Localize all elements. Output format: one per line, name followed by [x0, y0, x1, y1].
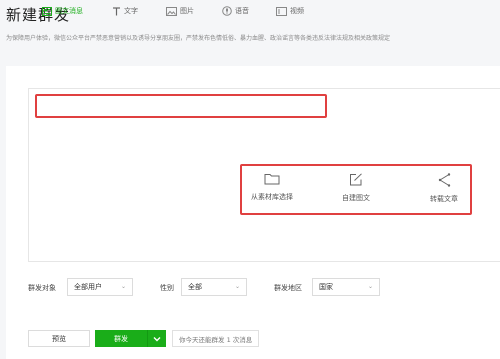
news-icon [42, 6, 52, 16]
region-label: 群发地区 [274, 284, 302, 292]
video-icon [276, 6, 287, 16]
audio-icon [222, 6, 232, 16]
send-button[interactable]: 群发 [95, 330, 147, 347]
tab-text[interactable]: 文字 [112, 5, 138, 17]
target-value: 全部用户 [74, 283, 102, 291]
folder-icon [264, 174, 280, 185]
target-label: 群发对象 [28, 284, 56, 292]
region-select[interactable]: 国家 ⌄ [312, 278, 380, 296]
filter-bar: 群发对象 全部用户 ⌄ 性别 全部 ⌄ 群发地区 国家 ⌄ [0, 278, 500, 298]
chevron-down-icon: ⌄ [120, 283, 126, 290]
select-from-library-label: 从素材库选择 [251, 193, 293, 201]
create-article-label: 自建图文 [342, 194, 370, 202]
select-from-library-button[interactable]: 从素材库选择 [240, 173, 304, 202]
tab-text-label: 文字 [124, 7, 138, 15]
send-quota-text: 你今天还能群发 1 次消息 [172, 330, 260, 347]
tab-video-label: 视频 [290, 7, 304, 15]
chevron-down-icon [153, 336, 161, 341]
tab-news[interactable]: 图文消息 [42, 5, 83, 17]
image-icon [166, 6, 177, 16]
tab-audio-label: 语音 [235, 7, 249, 15]
policy-notice: 为保障用户体验，微信公众平台严禁恶意营销以及诱导分享朋友圈，严禁发布色情低俗、暴… [6, 35, 391, 42]
tab-audio[interactable]: 语音 [222, 5, 249, 17]
share-icon [438, 173, 450, 187]
edit-icon [350, 173, 362, 186]
chevron-down-icon: ⌄ [367, 283, 373, 290]
preview-button[interactable]: 预览 [28, 330, 90, 347]
chevron-down-icon: ⌄ [234, 283, 240, 290]
tab-news-label: 图文消息 [55, 7, 83, 15]
message-type-tabs [35, 94, 327, 118]
repost-article-label: 转载文章 [430, 195, 458, 203]
send-options-button[interactable] [147, 330, 166, 347]
gender-value: 全部 [188, 283, 202, 291]
repost-article-button[interactable]: 转载文章 [412, 173, 476, 204]
tab-image-label: 图片 [180, 7, 194, 15]
create-article-button[interactable]: 自建图文 [324, 173, 388, 203]
gender-select[interactable]: 全部 ⌄ [181, 278, 247, 296]
region-value: 国家 [319, 283, 333, 291]
target-select[interactable]: 全部用户 ⌄ [67, 278, 133, 296]
text-icon [113, 6, 120, 15]
tab-image[interactable]: 图片 [166, 5, 194, 17]
gender-label: 性别 [160, 284, 174, 292]
tab-video[interactable]: 视频 [276, 5, 304, 17]
